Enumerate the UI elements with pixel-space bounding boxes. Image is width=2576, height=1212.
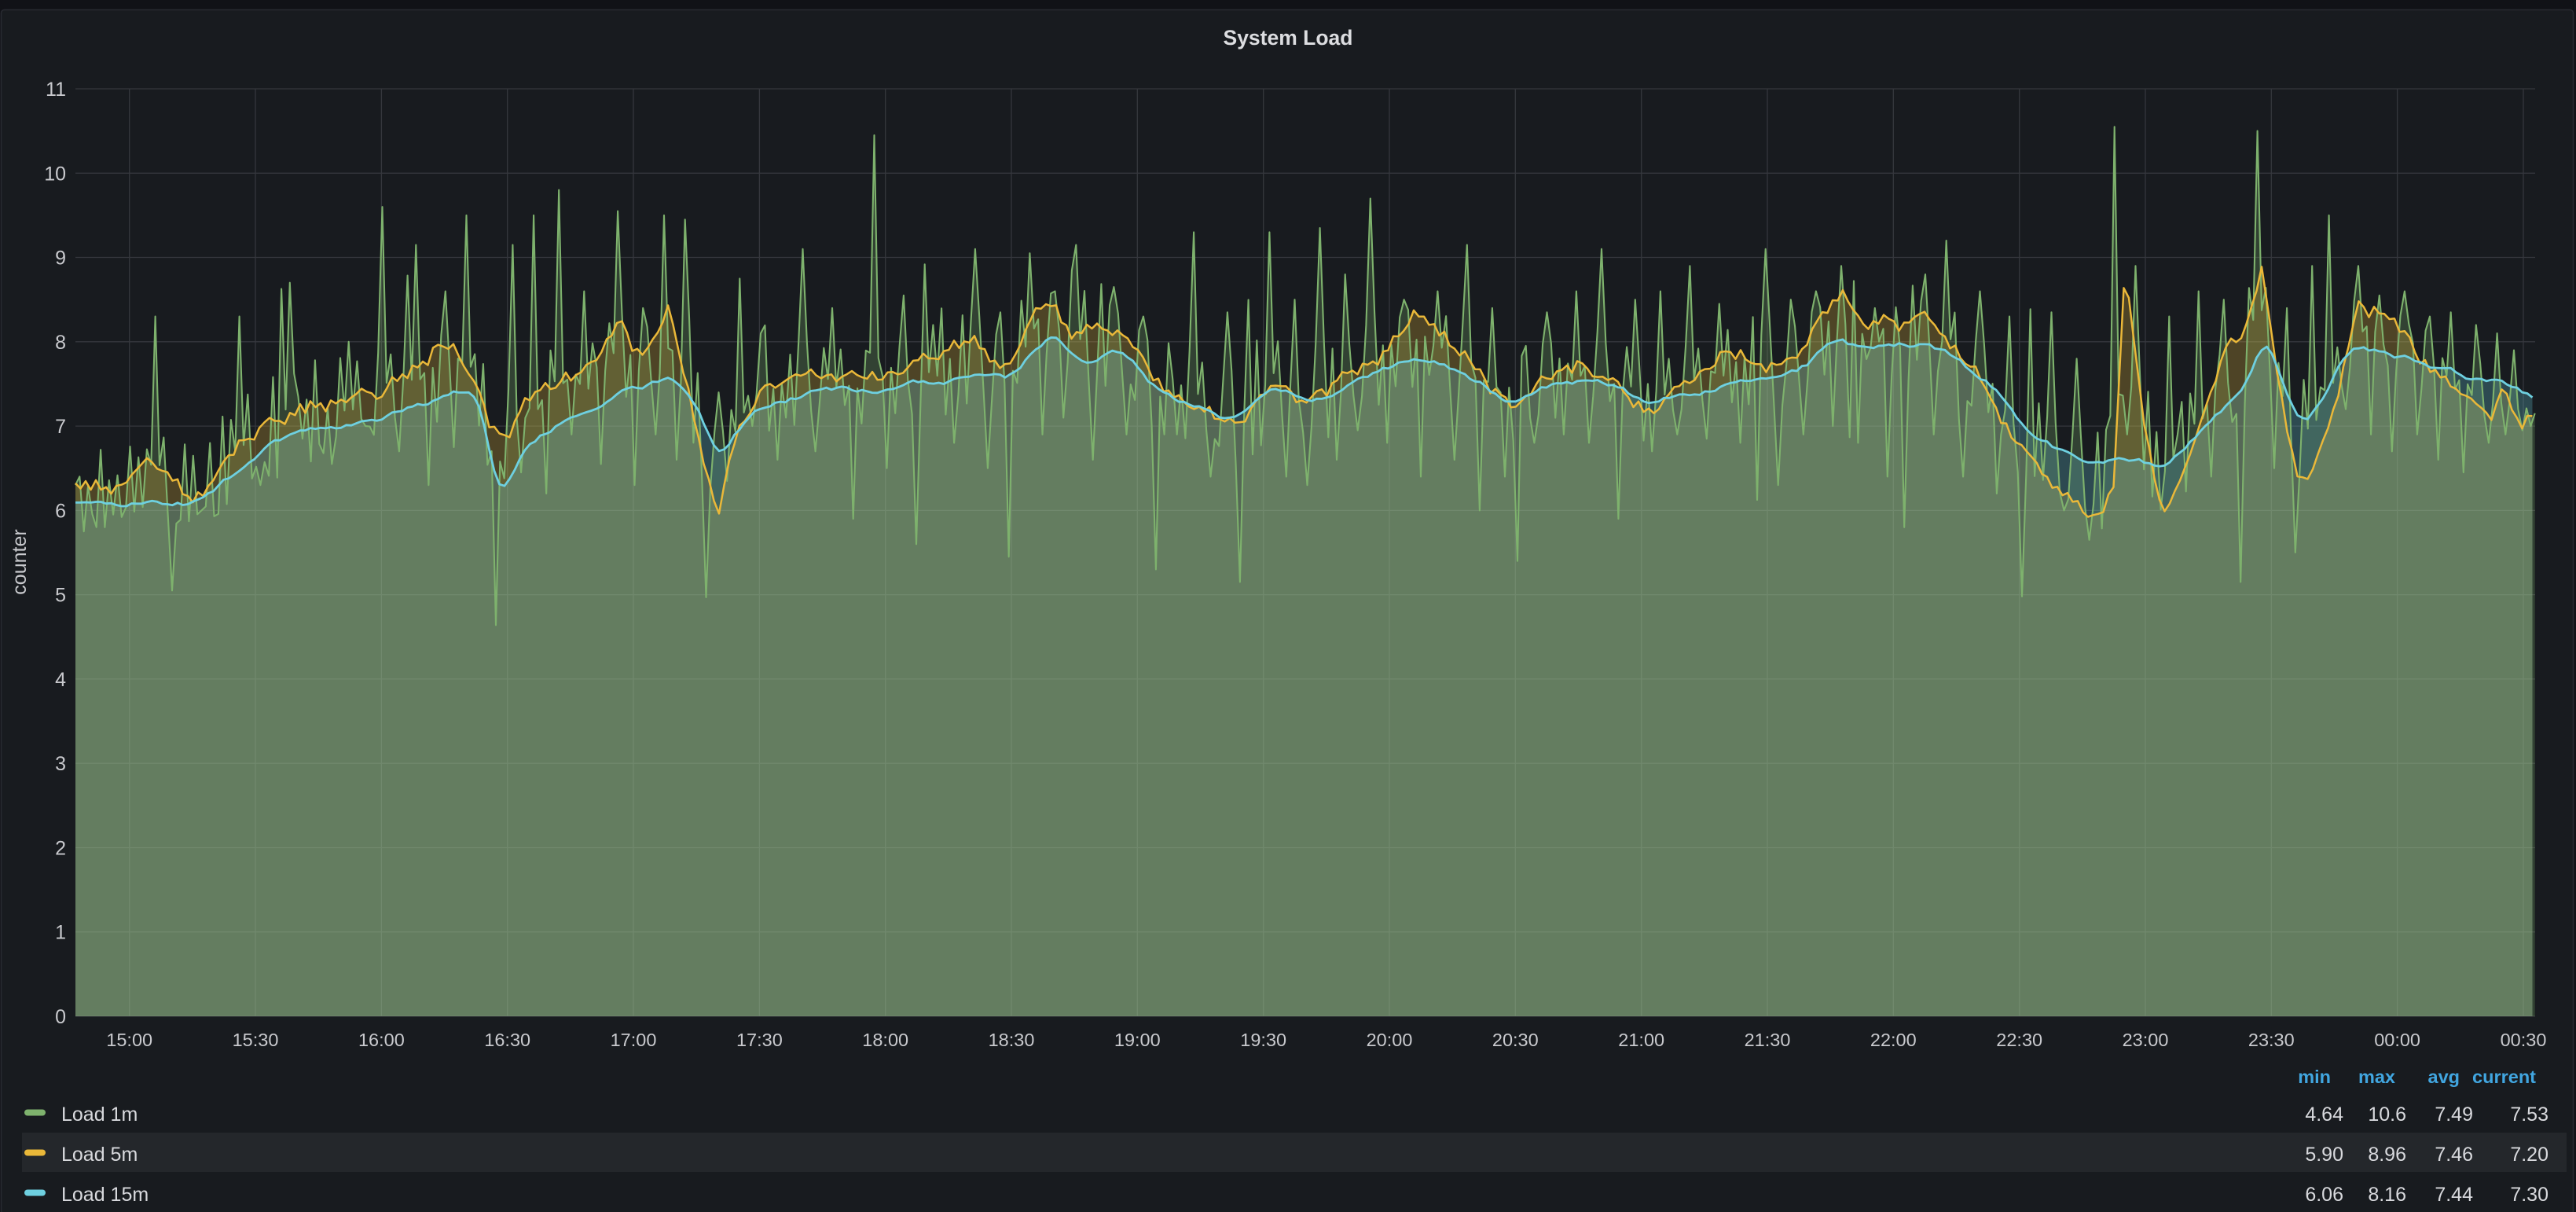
svg-text:15:00: 15:00 [106, 1030, 152, 1050]
svg-text:8: 8 [55, 332, 66, 354]
svg-text:17:00: 17:00 [611, 1030, 657, 1050]
svg-text:19:00: 19:00 [1114, 1030, 1161, 1050]
svg-text:0: 0 [55, 1006, 66, 1028]
svg-text:5: 5 [55, 585, 66, 607]
svg-text:6.06: 6.06 [2305, 1184, 2343, 1206]
svg-text:10: 10 [44, 163, 66, 185]
svg-text:23:30: 23:30 [2248, 1030, 2295, 1050]
svg-text:7.30: 7.30 [2510, 1184, 2548, 1206]
svg-text:22:30: 22:30 [1996, 1030, 2042, 1050]
svg-text:00:30: 00:30 [2501, 1030, 2547, 1050]
svg-text:7.20: 7.20 [2510, 1144, 2548, 1166]
svg-text:1: 1 [55, 922, 66, 944]
svg-text:16:30: 16:30 [484, 1030, 530, 1050]
svg-text:18:00: 18:00 [862, 1030, 908, 1050]
svg-text:min: min [2298, 1067, 2331, 1087]
svg-text:7.49: 7.49 [2435, 1104, 2473, 1126]
svg-text:18:30: 18:30 [989, 1030, 1035, 1050]
svg-text:Load 1m: Load 1m [61, 1104, 138, 1126]
svg-text:6: 6 [55, 500, 66, 522]
svg-text:10.6: 10.6 [2368, 1104, 2406, 1126]
svg-text:9: 9 [55, 248, 66, 270]
svg-text:4.64: 4.64 [2305, 1104, 2343, 1126]
svg-text:2: 2 [55, 838, 66, 860]
svg-text:22:00: 22:00 [1870, 1030, 1917, 1050]
svg-text:17:30: 17:30 [736, 1030, 783, 1050]
svg-text:7: 7 [55, 416, 66, 438]
svg-text:16:00: 16:00 [358, 1030, 405, 1050]
svg-text:23:00: 23:00 [2123, 1030, 2169, 1050]
svg-text:3: 3 [55, 753, 66, 775]
svg-text:current: current [2472, 1067, 2536, 1087]
svg-text:21:00: 21:00 [1618, 1030, 1664, 1050]
svg-text:15:30: 15:30 [233, 1030, 279, 1050]
svg-text:21:30: 21:30 [1745, 1030, 1791, 1050]
svg-text:7.53: 7.53 [2510, 1104, 2548, 1126]
svg-text:8.96: 8.96 [2368, 1144, 2406, 1166]
svg-text:max: max [2358, 1067, 2395, 1087]
svg-text:19:30: 19:30 [1240, 1030, 1286, 1050]
svg-text:Load 15m: Load 15m [61, 1184, 149, 1206]
svg-text:7.44: 7.44 [2435, 1184, 2473, 1206]
svg-text:20:30: 20:30 [1492, 1030, 1539, 1050]
svg-text:11: 11 [46, 79, 66, 101]
svg-text:avg: avg [2428, 1067, 2460, 1087]
svg-text:7.46: 7.46 [2435, 1144, 2473, 1166]
svg-text:Load 5m: Load 5m [61, 1144, 138, 1166]
svg-text:20:00: 20:00 [1367, 1030, 1413, 1050]
svg-text:counter: counter [9, 529, 31, 594]
svg-text:4: 4 [55, 669, 66, 691]
svg-text:5.90: 5.90 [2305, 1144, 2343, 1166]
svg-text:System Load: System Load [1224, 26, 1353, 50]
svg-text:00:00: 00:00 [2374, 1030, 2420, 1050]
svg-text:8.16: 8.16 [2368, 1184, 2406, 1206]
